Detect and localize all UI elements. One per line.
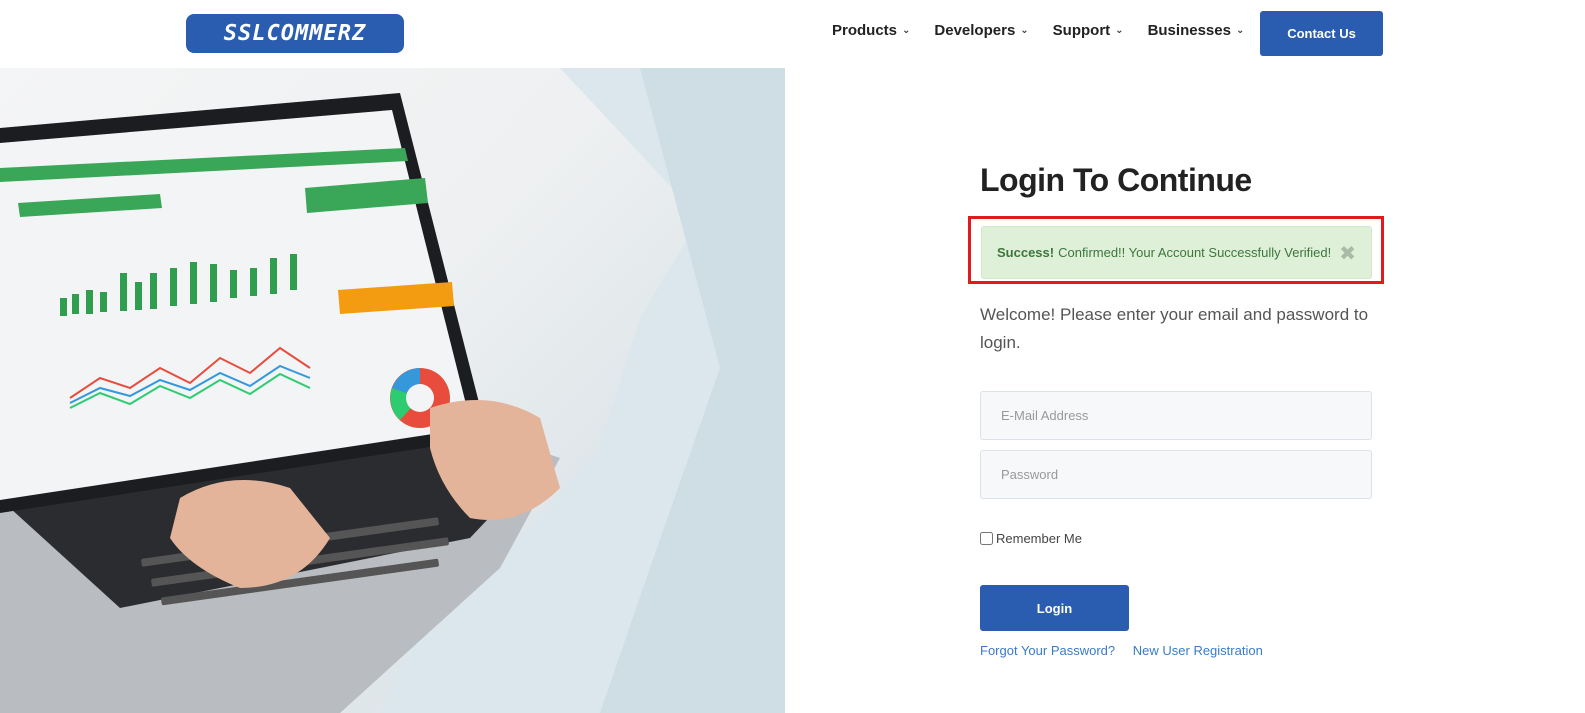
nav-businesses-label: Businesses <box>1147 22 1231 39</box>
main-nav: Products ⌄ Developers ⌄ Support ⌄ Busine… <box>832 22 1268 39</box>
nav-businesses[interactable]: Businesses ⌄ <box>1148 22 1245 39</box>
nav-support-label: Support <box>1052 22 1111 39</box>
logo-text: SSLCOMMERZ <box>223 21 367 46</box>
page-title: Login To Continue <box>980 162 1252 198</box>
success-alert: Success! Confirmed!! Your Account Succes… <box>981 226 1372 279</box>
alert-message: Confirmed!! Your Account Successfully Ve… <box>1058 245 1332 260</box>
nav-support[interactable]: Support ⌄ <box>1053 22 1124 39</box>
forgot-password-link[interactable]: Forgot Your Password? <box>980 643 1115 658</box>
nav-products[interactable]: Products ⌄ <box>832 22 910 39</box>
contact-us-button[interactable]: Contact Us <box>1260 11 1383 56</box>
alert-strong-text: Success! <box>997 245 1055 260</box>
login-button[interactable]: Login <box>980 585 1129 631</box>
site-header: SSLCOMMERZ Products ⌄ Developers ⌄ Suppo… <box>0 0 1585 68</box>
chevron-down-icon: ⌄ <box>1020 25 1029 36</box>
email-field[interactable] <box>980 391 1372 440</box>
remember-me-checkbox[interactable] <box>980 532 993 545</box>
nav-developers-label: Developers <box>934 22 1016 39</box>
laptop-illustration <box>0 68 785 713</box>
remember-me-label: Remember Me <box>996 531 1082 546</box>
brand-logo[interactable]: SSLCOMMERZ <box>186 14 404 53</box>
hero-image <box>0 68 785 713</box>
close-icon[interactable]: ✖ <box>1339 241 1356 266</box>
register-link[interactable]: New User Registration <box>1133 643 1263 658</box>
nav-products-label: Products <box>832 22 898 39</box>
password-field[interactable] <box>980 450 1372 499</box>
chevron-down-icon: ⌄ <box>1235 25 1245 36</box>
welcome-text: Welcome! Please enter your email and pas… <box>980 305 1369 352</box>
nav-developers[interactable]: Developers ⌄ <box>934 22 1028 39</box>
chevron-down-icon: ⌄ <box>1115 25 1124 36</box>
auth-links: Forgot Your Password? New User Registrat… <box>980 643 1277 658</box>
remember-me[interactable]: Remember Me <box>980 531 1082 546</box>
chevron-down-icon: ⌄ <box>902 25 911 36</box>
